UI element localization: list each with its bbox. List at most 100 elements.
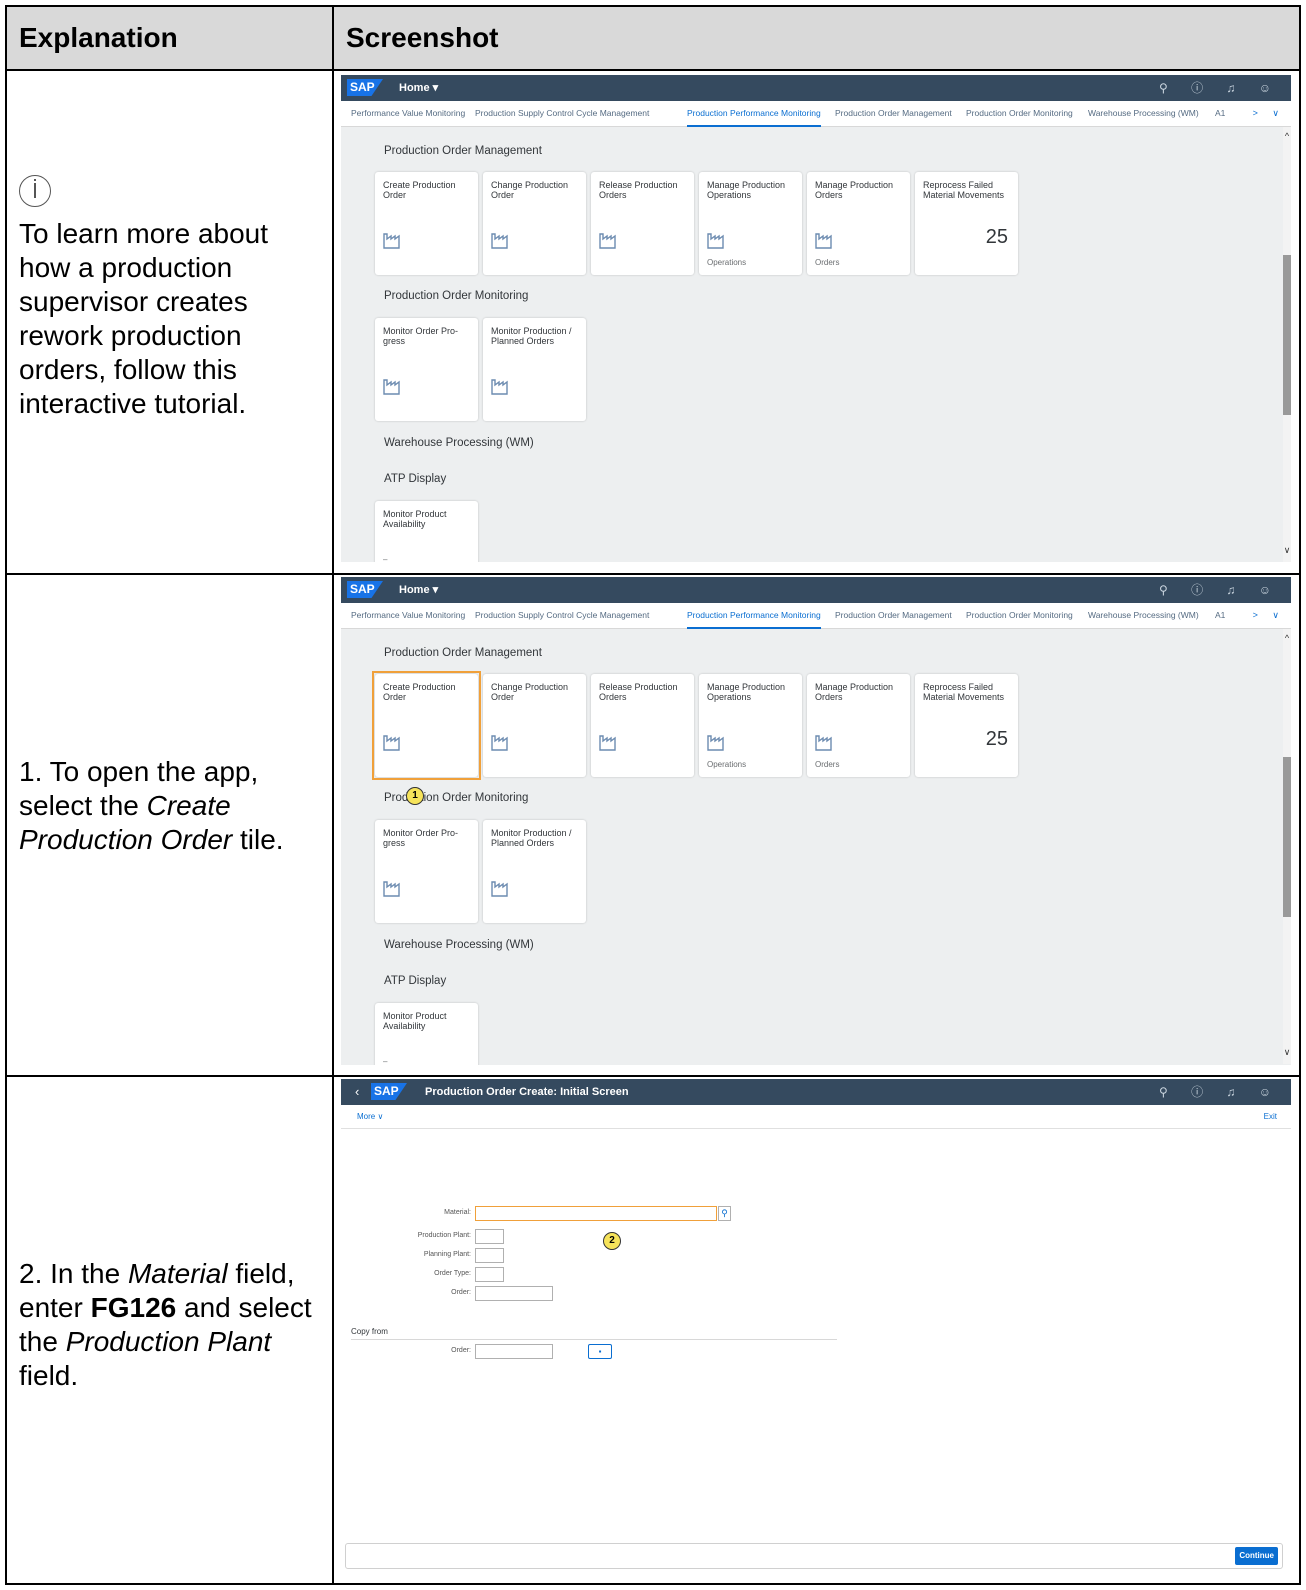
row-0-explanation: To learn more about how a production sup…	[19, 175, 324, 421]
atp-tile[interactable]: Monitor Product Availability –	[375, 1003, 478, 1065]
tile-5[interactable]: Manage Production Orders Orders	[807, 172, 910, 275]
tile-2[interactable]: Change Production Order	[483, 674, 586, 777]
tab-overflow-icon[interactable]: > ∨	[1253, 603, 1285, 627]
app-toolbar: More ∨ Exit	[341, 1105, 1291, 1129]
continue-button[interactable]: Continue	[1235, 1547, 1278, 1565]
factory-icon	[383, 233, 400, 249]
monitor-tile-2[interactable]: Monitor Production / Planned Orders	[483, 318, 586, 421]
copy-icon-button[interactable]: ▪	[588, 1344, 612, 1359]
tutorial-table: Explanation Screenshot To learn more abo…	[5, 5, 1301, 1585]
header-screenshot: Screenshot	[346, 22, 499, 53]
shell-icons[interactable]: ⚲ ⓘ ♫ ☺	[1159, 1079, 1281, 1105]
tab-5[interactable]: Production Order Monitoring	[966, 101, 1073, 125]
highlight-frame	[372, 671, 481, 780]
factory-icon	[599, 233, 616, 249]
row-divider	[7, 1075, 1299, 1077]
value-help-icon[interactable]: ⚲	[718, 1206, 731, 1221]
tab-overflow-icon[interactable]: > ∨	[1253, 101, 1285, 125]
tile-title: Manage Production Orders	[815, 180, 894, 200]
tab-4[interactable]: Production Order Management	[835, 603, 952, 627]
scroll-thumb[interactable]	[1283, 255, 1291, 415]
row-divider	[7, 573, 1299, 575]
launchpad-screenshot-1: SAP Home ▾ ⚲ ⓘ ♫ ☺ Performance Value Monito…	[341, 75, 1291, 562]
home-menu[interactable]: Home ▾	[399, 75, 438, 101]
intro-text: To learn more about how a production sup…	[19, 218, 269, 419]
tile-5[interactable]: Manage Production Orders Orders	[807, 674, 910, 777]
production-plant-field[interactable]	[475, 1229, 504, 1244]
tile-title: Monitor Order Pro- gress	[383, 828, 459, 848]
tab-2[interactable]: Production Supply Control Cycle Manageme…	[475, 603, 649, 627]
sap-logo: SAP	[347, 581, 383, 598]
more-menu[interactable]: More ∨	[357, 1105, 383, 1129]
monitor-tile-2[interactable]: Monitor Production / Planned Orders	[483, 820, 586, 923]
tile-4[interactable]: Manage Production Operations Operations	[699, 172, 802, 275]
tab-5[interactable]: Production Order Monitoring	[966, 603, 1073, 627]
tile-3[interactable]: Release Production Orders	[591, 674, 694, 777]
tab-1[interactable]: Performance Value Monitoring	[351, 603, 465, 627]
exit-button[interactable]: Exit	[1264, 1105, 1277, 1129]
order-type-field[interactable]	[475, 1267, 504, 1282]
monitor-tile-1[interactable]: Monitor Order Pro- gress	[375, 820, 478, 923]
shell-bar: SAP Home ▾ ⚲ ⓘ ♫ ☺	[341, 577, 1291, 603]
tile-3[interactable]: Release Production Orders	[591, 172, 694, 275]
tab-3[interactable]: Production Performance Monitoring	[687, 603, 821, 629]
planning-plant-field[interactable]	[475, 1248, 504, 1263]
column-divider	[332, 7, 334, 1583]
scroll-thumb[interactable]	[1283, 757, 1291, 917]
tile-title: Reprocess Failed Material Movements	[923, 682, 1005, 702]
tab-6[interactable]: Warehouse Processing (WM)	[1088, 101, 1199, 125]
group-title: Production Order Management	[384, 647, 542, 659]
tab-4[interactable]: Production Order Management	[835, 101, 952, 125]
tile-footer: Orders	[815, 760, 840, 769]
scroll-up-icon[interactable]: ^	[1283, 633, 1291, 643]
atp-tile[interactable]: Monitor Product Availability –	[375, 501, 478, 562]
tile-title: Change Production Order	[491, 180, 569, 200]
tab-7[interactable]: A1	[1215, 603, 1225, 627]
shell-bar: SAP Home ▾ ⚲ ⓘ ♫ ☺	[341, 75, 1291, 101]
step-2-value: FG126	[90, 1292, 177, 1323]
material-label: Material:	[444, 1209, 471, 1216]
shell-icons[interactable]: ⚲ ⓘ ♫ ☺	[1159, 75, 1281, 101]
factory-icon	[815, 735, 832, 751]
shell-icons[interactable]: ⚲ ⓘ ♫ ☺	[1159, 577, 1281, 603]
scrollbar[interactable]	[1283, 127, 1291, 562]
sap-logo: SAP	[371, 1083, 407, 1100]
tile-footer: –	[383, 555, 388, 562]
tile-1[interactable]: Create Production Order	[375, 172, 478, 275]
copy-order-field[interactable]	[475, 1344, 553, 1359]
tab-7[interactable]: A1	[1215, 101, 1225, 125]
home-menu[interactable]: Home ▾	[399, 577, 438, 603]
scrollbar[interactable]	[1283, 629, 1291, 1064]
section-divider	[351, 1339, 837, 1340]
tab-6[interactable]: Warehouse Processing (WM)	[1088, 603, 1199, 627]
scroll-down-icon[interactable]: ∨	[1283, 1047, 1291, 1058]
tab-1[interactable]: Performance Value Monitoring	[351, 101, 465, 125]
prod-plant-label: Production Plant:	[417, 1232, 471, 1239]
factory-icon	[707, 735, 724, 751]
step-1-suffix: tile.	[232, 824, 284, 855]
tile-count: 25	[985, 728, 1008, 750]
tab-3[interactable]: Production Performance Monitoring	[687, 101, 821, 127]
step-badge-2: 2	[603, 1232, 621, 1250]
tab-2[interactable]: Production Supply Control Cycle Manageme…	[475, 101, 649, 125]
tile-title: Manage Production Orders	[815, 682, 894, 702]
scroll-down-icon[interactable]: ∨	[1283, 545, 1291, 556]
sap-logo: SAP	[347, 79, 383, 96]
back-icon[interactable]: ‹	[355, 1079, 359, 1105]
group-title: ATP Display	[384, 473, 447, 485]
step-2-suffix: field.	[19, 1360, 79, 1391]
tile-title: Release Production Orders	[599, 682, 678, 702]
group-title: ATP Display	[384, 975, 447, 987]
order-field[interactable]	[475, 1286, 553, 1301]
create-order-screenshot: ‹ SAP Production Order Create: Initial S…	[341, 1079, 1291, 1579]
step-badge-1: 1	[406, 787, 424, 805]
material-field[interactable]	[475, 1206, 717, 1221]
tile-4[interactable]: Manage Production Operations Operations	[699, 674, 802, 777]
tile-title: Manage Production Operations	[707, 180, 786, 200]
factory-icon	[491, 881, 508, 897]
tile-6[interactable]: Reprocess Failed Material Movements 25	[915, 674, 1018, 777]
tile-2[interactable]: Change Production Order	[483, 172, 586, 275]
scroll-up-icon[interactable]: ^	[1283, 131, 1291, 141]
tile-6[interactable]: Reprocess Failed Material Movements 25	[915, 172, 1018, 275]
monitor-tile-1[interactable]: Monitor Order Pro- gress	[375, 318, 478, 421]
